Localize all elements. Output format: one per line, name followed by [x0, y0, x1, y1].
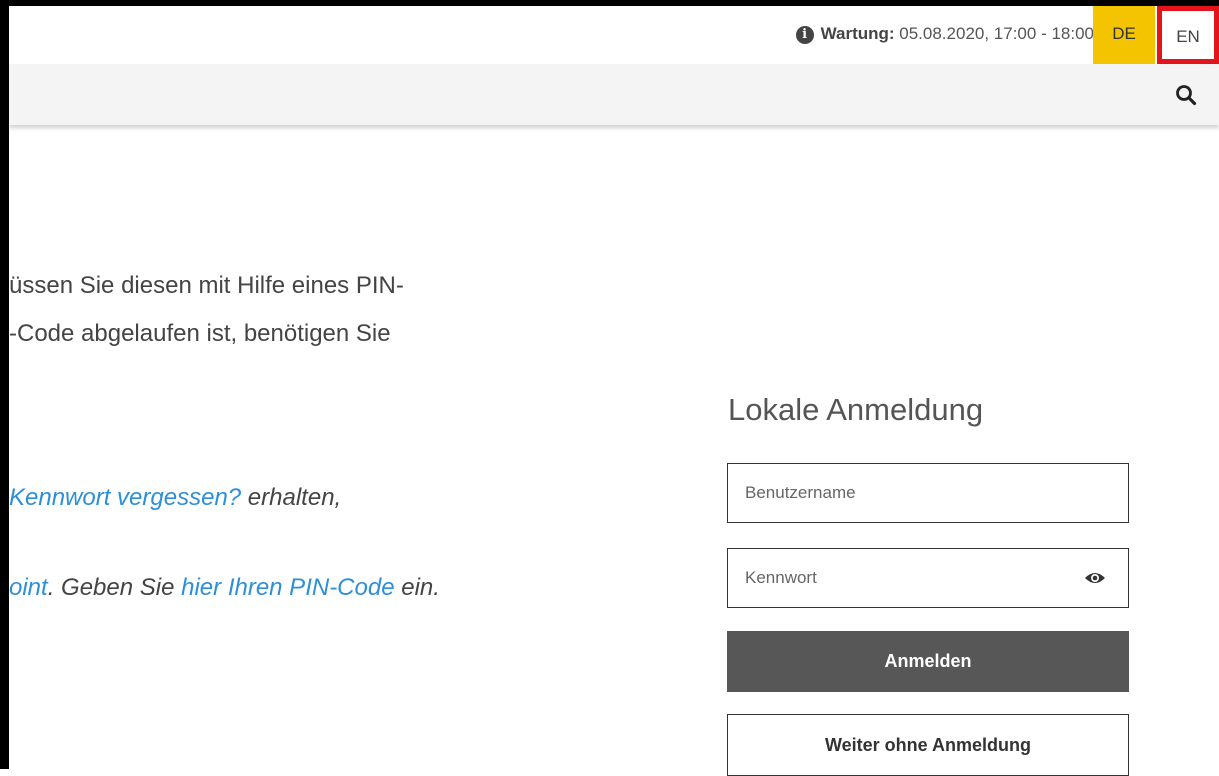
language-de-button[interactable]: DE — [1093, 6, 1155, 64]
intro-text-line-1: üssen Sie diesen mit Hilfe eines PIN- — [9, 272, 404, 299]
top-bar: i Wartung: 05.08.2020, 17:00 - 18:00 DE E… — [9, 6, 1219, 64]
frame-border-left — [0, 0, 9, 769]
access-point-link[interactable]: oint — [9, 574, 48, 601]
pin-hint-end: ein. — [394, 574, 440, 601]
login-title: Lokale Anmeldung — [728, 392, 984, 427]
info-icon: i — [795, 26, 814, 44]
language-en-button[interactable]: EN — [1157, 6, 1219, 64]
password-hint-text: erhalten, — [241, 484, 342, 511]
maintenance-label: Wartung: — [820, 24, 895, 43]
maintenance-notice: i Wartung: 05.08.2020, 17:00 - 18:00 — [795, 6, 1094, 64]
password-input[interactable] — [728, 549, 1075, 607]
username-input[interactable] — [728, 464, 1075, 522]
forgot-password-link[interactable]: Kennwort vergessen? — [9, 484, 241, 511]
login-button[interactable]: Anmelden — [727, 631, 1129, 692]
password-hint-line: Kennwort vergessen? erhalten, — [9, 484, 341, 512]
enter-pin-link[interactable]: hier Ihren PIN-Code — [181, 574, 394, 601]
search-icon[interactable] — [1175, 84, 1197, 106]
intro-text-line-2: -Code abgelaufen ist, benötigen Sie — [9, 320, 391, 347]
maintenance-text: 05.08.2020, 17:00 - 18:00 — [894, 24, 1094, 43]
continue-without-login-button[interactable]: Weiter ohne Anmeldung — [727, 714, 1129, 776]
username-field[interactable] — [727, 463, 1129, 523]
navigation-bar — [9, 64, 1219, 125]
pin-hint-text: . Geben Sie — [47, 574, 182, 601]
pin-hint-line: oint. Geben Sie hier Ihren PIN-Code ein. — [9, 574, 440, 602]
eye-icon[interactable] — [1084, 569, 1106, 587]
password-field[interactable] — [727, 548, 1129, 608]
